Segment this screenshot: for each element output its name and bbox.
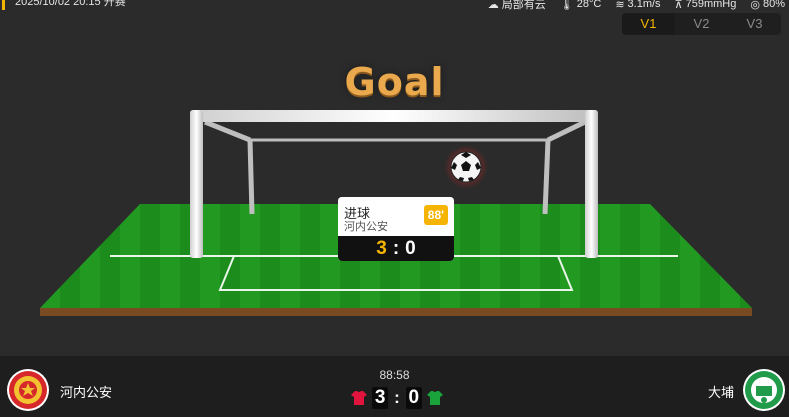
tab-v2[interactable]: V2: [675, 13, 728, 35]
accent-marker: [2, 0, 5, 10]
home-score: 3: [372, 387, 389, 409]
score-separator: :: [394, 388, 400, 407]
match-info-bar: 2025/10/02 20:15 开赛 ☁ 局部有云 🌡 28°C ≋ 3.1m/s …: [0, 0, 789, 12]
event-score: 3 : 0: [338, 236, 454, 261]
weather-info: ☁ 局部有云 🌡 28°C ≋ 3.1m/s ⊼ 759mmHg ◎ 80%: [488, 0, 785, 12]
goal-title: Goal: [344, 60, 445, 104]
soccer-ball-icon: [450, 151, 482, 183]
humidity: ◎ 80%: [750, 0, 785, 12]
match-clock: 88:58: [379, 368, 410, 382]
scoreboard: 河内公安 88:58 3 : 0 大埔: [0, 356, 789, 417]
temperature: 🌡 28°C: [560, 0, 602, 12]
wind-icon: ≋: [615, 0, 625, 11]
event-away-score: 0: [405, 237, 416, 259]
goal-right-post: [585, 110, 598, 258]
home-team-name[interactable]: 河内公安: [60, 382, 112, 401]
pressure-icon: ⊼: [674, 0, 683, 11]
pressure: ⊼ 759mmHg: [675, 0, 737, 12]
weather-condition: ☁ 局部有云: [488, 0, 546, 12]
away-team-name[interactable]: 大埔: [708, 382, 734, 401]
event-home-score: 3: [376, 237, 387, 259]
cloud-icon: ☁: [487, 0, 499, 11]
away-jersey-icon: [426, 391, 443, 405]
event-card: 进球 河内公安 88' 3 : 0: [338, 197, 454, 261]
away-team-logo[interactable]: [742, 368, 786, 412]
event-score-separator: :: [392, 237, 400, 259]
event-team: 河内公安: [344, 221, 388, 233]
goal-crossbar: [190, 110, 598, 122]
pitch-edge: [40, 308, 752, 316]
tab-v1[interactable]: V1: [622, 13, 675, 35]
main-score: 3 : 0: [350, 386, 444, 410]
away-score: 0: [405, 387, 422, 409]
home-jersey-icon: [351, 391, 368, 405]
wind-speed: ≋ 3.1m/s: [615, 0, 660, 12]
tab-v3[interactable]: V3: [728, 13, 781, 35]
event-minute-badge: 88': [423, 205, 448, 225]
match-start-time: 2025/10/02 20:15 开赛: [15, 0, 126, 8]
thermometer-icon: 🌡: [559, 0, 574, 11]
goal-left-post: [190, 110, 203, 258]
humidity-icon: ◎: [750, 0, 760, 11]
view-tabs: V1 V2 V3: [622, 13, 781, 35]
